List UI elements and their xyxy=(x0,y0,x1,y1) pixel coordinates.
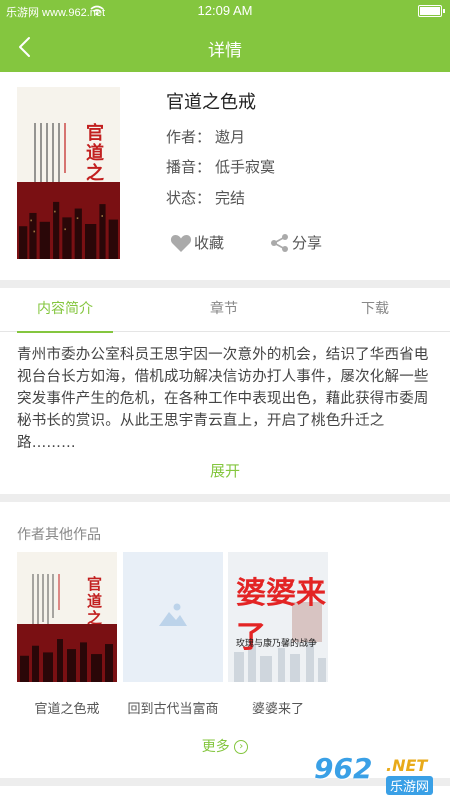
watermark-number: 962 xyxy=(314,752,373,785)
site-watermark-logo: 962 .NET 乐游网 xyxy=(314,752,442,796)
author-value[interactable]: 遨月 xyxy=(215,126,245,147)
work-cover: 官道之色戒 xyxy=(17,552,117,682)
status-row: 状态： 完结 xyxy=(166,187,245,208)
share-button[interactable]: 分享 xyxy=(270,232,322,253)
work-item[interactable]: 婆婆来了 玫瑰与康乃馨的战争 婆婆来了 xyxy=(228,552,328,717)
watermark-net: .NET xyxy=(386,756,428,775)
more-label: 更多 xyxy=(201,739,230,755)
tabs-card: 内容简介 章节 下载 青州市委办公室科员王思宇因一次意外的机会，结识了华西省电视… xyxy=(0,288,450,494)
page-title: 详情 xyxy=(208,41,242,61)
work-cover: 婆婆来了 玫瑰与康乃馨的战争 xyxy=(228,552,328,682)
cover-subtitle: 玫瑰与康乃馨的战争 xyxy=(236,639,318,649)
share-label: 分享 xyxy=(292,234,323,252)
tab-download[interactable]: 下载 xyxy=(327,288,423,332)
battery-icon xyxy=(418,5,445,17)
favorite-label: 收藏 xyxy=(194,234,225,252)
city-skyline-icon xyxy=(17,623,117,682)
image-placeholder-icon xyxy=(159,603,187,626)
book-detail-card: 官道之色戒 官道之色戒 作者： 遨月 播音： 低手寂寞 状态： 完结 收藏 分享 xyxy=(0,72,450,280)
tab-intro[interactable]: 内容简介 xyxy=(17,288,113,333)
narrator-label: 播音： xyxy=(166,158,212,176)
share-icon xyxy=(271,233,288,252)
work-name: 官道之色戒 xyxy=(34,702,100,717)
work-cover-placeholder xyxy=(123,552,223,682)
city-skyline-icon xyxy=(17,181,120,259)
status-time: 12:09 AM xyxy=(197,3,253,18)
status-value: 完结 xyxy=(215,189,246,207)
tab-bar: 内容简介 章节 下载 xyxy=(0,288,450,333)
work-name: 回到古代当富商 xyxy=(127,702,219,717)
intro-text: 青州市委办公室科员王思宇因一次意外的机会，结识了华西省电视台台长方如海，借机成功… xyxy=(17,347,429,451)
status-bar: 乐游网 www.962.net 12:09 AM xyxy=(0,0,450,22)
chevron-right-icon: › xyxy=(234,740,249,754)
book-cover: 官道之色戒 xyxy=(17,87,120,259)
work-item[interactable]: 官道之色戒 官道之色戒 xyxy=(17,552,117,717)
book-title: 官道之色戒 xyxy=(166,92,256,113)
watermark-cn: 乐游网 xyxy=(386,776,434,795)
author-label: 作者： xyxy=(166,128,212,146)
narrator-row: 播音： 低手寂寞 xyxy=(166,156,275,177)
narrator-value: 低手寂寞 xyxy=(215,158,276,176)
author-row: 作者： 遨月 xyxy=(166,126,245,147)
expand-button[interactable]: 展开 xyxy=(0,460,450,481)
other-works-title: 作者其他作品 xyxy=(17,527,101,543)
heart-icon xyxy=(170,234,192,252)
tab-chapters[interactable]: 章节 xyxy=(176,288,272,332)
favorite-button[interactable]: 收藏 xyxy=(170,232,224,253)
status-label: 状态： xyxy=(166,189,212,207)
nav-bar: 详情 xyxy=(0,22,450,72)
work-item[interactable]: 回到古代当富商 xyxy=(123,552,223,717)
work-name: 婆婆来了 xyxy=(251,702,304,717)
